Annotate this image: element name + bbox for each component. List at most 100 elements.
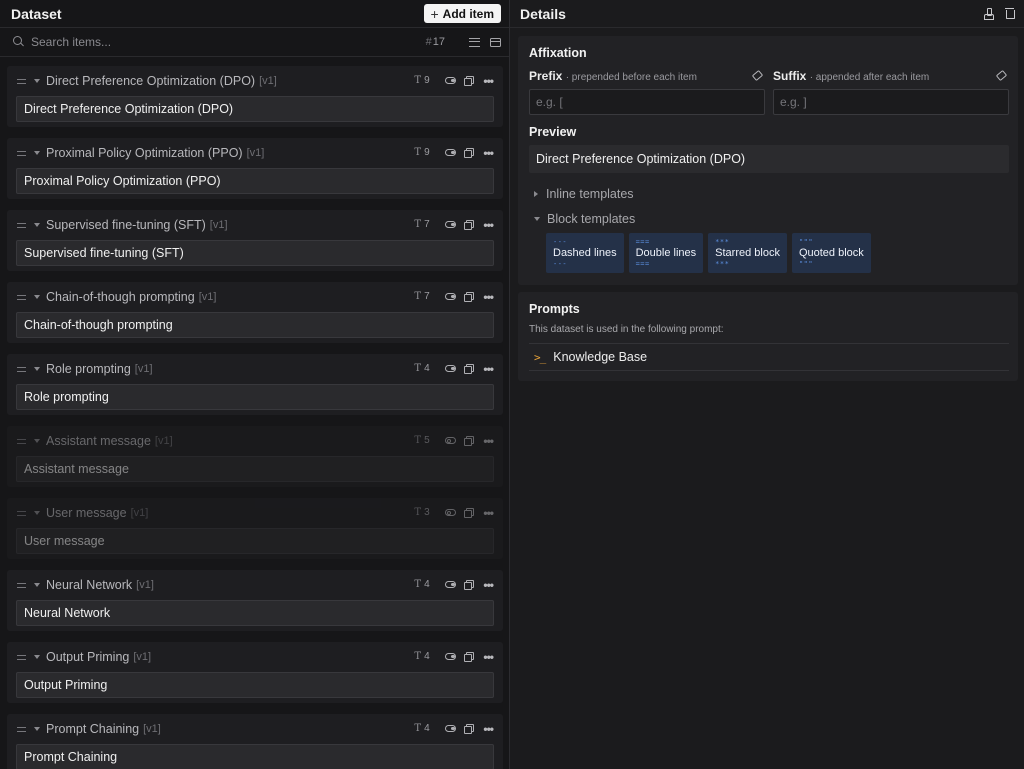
collapse-caret-icon[interactable] — [34, 583, 40, 587]
collapse-caret-icon[interactable] — [34, 511, 40, 515]
toggle-icon[interactable] — [445, 581, 457, 588]
collapse-caret-icon[interactable] — [34, 727, 40, 731]
inline-templates-toggle[interactable]: Inline templates — [534, 187, 634, 201]
template-double-lines[interactable]: === Double lines === — [628, 233, 704, 273]
more-options-icon[interactable]: ••• — [483, 363, 494, 375]
item-value-field[interactable]: Chain-of-though prompting — [16, 312, 494, 338]
collapse-caret-icon[interactable] — [34, 439, 40, 443]
add-item-button[interactable]: + Add item — [424, 4, 501, 23]
more-options-icon[interactable]: ••• — [483, 651, 494, 663]
clear-suffix-eraser-icon[interactable] — [995, 69, 1008, 82]
toggle-icon[interactable] — [445, 221, 457, 228]
collapse-caret-icon[interactable] — [34, 367, 40, 371]
clear-prefix-eraser-icon[interactable] — [751, 69, 764, 82]
item-value-field[interactable]: User message — [16, 528, 494, 554]
token-icon: T — [414, 435, 422, 446]
template-marker-top: """ — [798, 237, 814, 246]
duplicate-icon[interactable] — [464, 508, 475, 518]
toggle-icon[interactable] — [445, 437, 457, 444]
token-count-value: 4 — [424, 579, 430, 590]
duplicate-icon[interactable] — [464, 292, 475, 302]
drag-handle-icon[interactable] — [17, 222, 26, 228]
toggle-icon[interactable] — [445, 149, 457, 156]
collapse-caret-icon[interactable] — [34, 295, 40, 299]
token-icon: T — [414, 651, 422, 662]
prompts-section: Prompts This dataset is used in the foll… — [518, 292, 1018, 381]
inline-templates-label: Inline templates — [546, 187, 634, 201]
more-options-icon[interactable]: ••• — [483, 579, 494, 591]
prompts-title: Prompts — [529, 302, 580, 316]
card-view-icon[interactable] — [490, 37, 501, 47]
drag-handle-icon[interactable] — [17, 438, 26, 444]
item-title: Assistant message — [46, 434, 151, 448]
block-templates-toggle[interactable]: Block templates — [534, 212, 635, 226]
duplicate-icon[interactable] — [464, 220, 475, 230]
toggle-icon[interactable] — [445, 653, 457, 660]
toggle-icon[interactable] — [445, 77, 457, 84]
item-value-field[interactable]: Assistant message — [16, 456, 494, 482]
more-options-icon[interactable]: ••• — [483, 75, 494, 87]
token-icon: T — [414, 291, 422, 302]
more-options-icon[interactable]: ••• — [483, 147, 494, 159]
item-version: [v1] — [130, 507, 149, 519]
item-value-field[interactable]: Prompt Chaining — [16, 744, 494, 769]
more-options-icon[interactable]: ••• — [483, 219, 494, 231]
more-options-icon[interactable]: ••• — [483, 723, 494, 735]
collapse-caret-icon[interactable] — [34, 79, 40, 83]
item-value-field[interactable]: Output Priming — [16, 672, 494, 698]
more-options-icon[interactable]: ••• — [483, 291, 494, 303]
template-marker-bottom: *** — [715, 259, 730, 268]
toggle-icon[interactable] — [445, 365, 457, 372]
list-item: Neural Network [v1] T4 ••• Neural Networ… — [7, 570, 503, 631]
drag-handle-icon[interactable] — [17, 654, 26, 660]
duplicate-icon[interactable] — [464, 724, 475, 734]
suffix-input[interactable] — [773, 89, 1009, 115]
delete-trash-icon[interactable] — [1005, 8, 1015, 19]
drag-handle-icon[interactable] — [17, 366, 26, 372]
collapse-caret-icon[interactable] — [34, 655, 40, 659]
prompts-description: This dataset is used in the following pr… — [529, 324, 724, 335]
drag-handle-icon[interactable] — [17, 294, 26, 300]
more-options-icon[interactable]: ••• — [483, 435, 494, 447]
more-options-icon[interactable]: ••• — [483, 507, 494, 519]
prompt-link[interactable]: >_ Knowledge Base — [529, 343, 1009, 371]
collapse-caret-icon[interactable] — [34, 223, 40, 227]
collapse-caret-icon[interactable] — [34, 151, 40, 155]
template-marker-top: *** — [715, 237, 730, 246]
drag-handle-icon[interactable] — [17, 78, 26, 84]
item-version: [v1] — [133, 651, 152, 663]
duplicate-icon[interactable] — [464, 76, 475, 86]
item-title: Neural Network — [46, 578, 133, 592]
drag-handle-icon[interactable] — [17, 150, 26, 156]
item-title: Output Priming — [46, 650, 130, 664]
drag-handle-icon[interactable] — [17, 582, 26, 588]
template-dashed-lines[interactable]: --- Dashed lines --- — [546, 233, 624, 273]
template-quoted-block[interactable]: """ Quoted block """ — [791, 233, 871, 273]
token-count: T7 — [414, 219, 436, 230]
item-value-field[interactable]: Direct Preference Optimization (DPO) — [16, 96, 494, 122]
clean-brush-icon[interactable] — [983, 8, 994, 20]
template-starred-block[interactable]: *** Starred block *** — [708, 233, 787, 273]
token-icon: T — [414, 579, 422, 590]
token-count: T4 — [414, 579, 436, 590]
duplicate-icon[interactable] — [464, 652, 475, 662]
drag-handle-icon[interactable] — [17, 510, 26, 516]
drag-handle-icon[interactable] — [17, 726, 26, 732]
duplicate-icon[interactable] — [464, 580, 475, 590]
toggle-icon[interactable] — [445, 725, 457, 732]
toggle-icon[interactable] — [445, 293, 457, 300]
search-input[interactable] — [31, 35, 426, 49]
duplicate-icon[interactable] — [464, 436, 475, 446]
toggle-icon[interactable] — [445, 509, 457, 516]
duplicate-icon[interactable] — [464, 364, 475, 374]
list-view-icon[interactable] — [469, 37, 480, 47]
item-value-field[interactable]: Role prompting — [16, 384, 494, 410]
item-value-field[interactable]: Neural Network — [16, 600, 494, 626]
item-title: Prompt Chaining — [46, 722, 140, 736]
item-value-field[interactable]: Supervised fine-tuning (SFT) — [16, 240, 494, 266]
prefix-label: Prefix · prepended before each item — [529, 69, 697, 83]
prefix-input[interactable] — [529, 89, 765, 115]
duplicate-icon[interactable] — [464, 148, 475, 158]
item-value-field[interactable]: Proximal Policy Optimization (PPO) — [16, 168, 494, 194]
template-label: Quoted block — [798, 246, 864, 259]
